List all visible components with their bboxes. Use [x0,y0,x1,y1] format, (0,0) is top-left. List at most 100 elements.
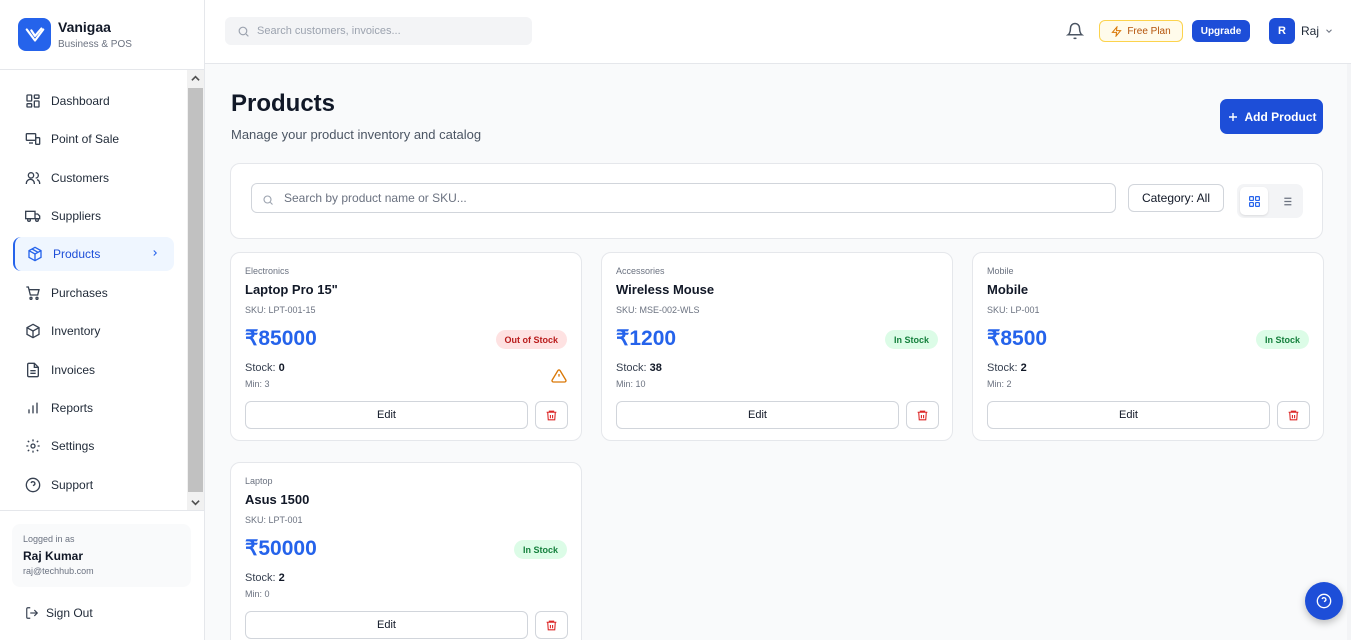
sidebar-item-purchases[interactable]: Purchases [13,276,174,310]
product-search-input[interactable] [284,191,1084,205]
sidebar-item-point-of-sale[interactable]: Point of Sale [13,122,174,156]
sidebar-item-label: Point of Sale [51,132,120,146]
product-price: ₹1200 [616,327,677,350]
list-view-icon[interactable] [1272,187,1300,215]
help-circle-icon [25,477,41,493]
sidebar-item-reports[interactable]: Reports [13,391,174,425]
sign-out-label: Sign Out [46,606,93,620]
product-card: Mobile Mobile SKU: LP-001 ₹8500 In Stock… [972,252,1324,441]
logged-in-user-card: Logged in as Raj Kumar raj@techhub.com [12,524,191,587]
sign-out-button[interactable]: Sign Out [25,606,93,620]
sidebar-item-dashboard[interactable]: Dashboard [13,84,174,118]
trash-icon [545,409,558,422]
stock-label: Stock: [987,362,1021,374]
delete-button[interactable] [906,401,939,429]
sidebar-item-invoices[interactable]: Invoices [13,353,174,387]
search-icon [237,25,250,38]
user-full-name: Raj Kumar [23,549,84,563]
lightning-icon [1111,25,1123,37]
avatar[interactable]: R [1269,18,1295,44]
sidebar-item-label: Inventory [51,324,101,338]
trash-icon [1287,409,1300,422]
sidebar-item-products[interactable]: Products [13,237,174,271]
sidebar-item-label: Support [51,478,94,492]
logout-icon [25,606,39,620]
edit-button[interactable]: Edit [245,401,528,429]
product-price: ₹8500 [987,327,1048,350]
sidebar-item-settings[interactable]: Settings [13,429,174,463]
sidebar-item-label: Suppliers [51,209,102,223]
free-plan-badge[interactable]: Free Plan [1099,20,1183,42]
delete-button[interactable] [1277,401,1310,429]
brand-subtitle: Business & POS [58,38,132,50]
edit-button[interactable]: Edit [987,401,1270,429]
cart-icon [25,285,41,301]
sidebar-item-support[interactable]: Support [13,468,174,502]
edit-button[interactable]: Edit [616,401,899,429]
min-stock: Min: 0 [245,589,270,599]
users-icon [25,170,41,186]
product-price: ₹85000 [245,327,317,350]
delete-button[interactable] [535,611,568,639]
product-category: Accessories [616,266,665,276]
logged-in-label: Logged in as [23,534,75,544]
product-sku: SKU: MSE-002-WLS [616,305,700,315]
grid-view-icon[interactable] [1240,187,1268,215]
product-name: Laptop Pro 15" [245,282,338,297]
search-icon [262,194,274,206]
product-sku: SKU: LP-001 [987,305,1040,315]
add-product-button[interactable]: Add Product [1220,99,1323,134]
global-search-input[interactable] [257,25,517,37]
sidebar-scrollbar[interactable] [187,70,204,511]
filter-card: Category: All [230,163,1323,239]
category-filter-select[interactable]: Category: All [1128,184,1224,212]
product-price: ₹50000 [245,537,317,560]
product-sku: SKU: LPT-001 [245,515,303,525]
product-category: Laptop [245,476,273,486]
scroll-up-arrow-icon[interactable] [187,70,204,87]
chevron-down-icon[interactable] [1324,26,1334,36]
stock-status-badge: In Stock [513,540,567,559]
page-subtitle: Manage your product inventory and catalo… [231,127,482,142]
sidebar-item-suppliers[interactable]: Suppliers [13,199,174,233]
product-card: Laptop Asus 1500 SKU: LPT-001 ₹50000 In … [230,462,582,640]
truck-icon [25,208,41,224]
product-category: Electronics [245,266,290,276]
stock-count: Stock: 2 [987,362,1027,374]
sidebar-item-customers[interactable]: Customers [13,161,174,195]
sidebar-item-inventory[interactable]: Inventory [13,314,174,348]
user-email: raj@techhub.com [23,566,94,576]
stock-value: 0 [278,362,285,374]
product-search[interactable] [251,183,1116,213]
stock-value: 2 [1020,362,1027,374]
bar-chart-icon [25,400,41,416]
user-menu-name[interactable]: Raj [1301,24,1319,38]
scroll-down-arrow-icon[interactable] [187,494,204,511]
scroll-thumb[interactable] [188,88,203,492]
product-card: Accessories Wireless Mouse SKU: MSE-002-… [601,252,953,441]
add-product-label: Add Product [1244,109,1317,124]
top-header: Free Plan Upgrade R Raj [205,0,1351,64]
trash-icon [545,619,558,632]
chevron-right-icon [150,248,160,258]
help-fab-button[interactable] [1305,582,1343,620]
product-name: Asus 1500 [245,492,310,507]
upgrade-button[interactable]: Upgrade [1192,20,1250,42]
stock-label: Stock: [245,572,279,584]
brand-logo-icon [18,18,51,51]
edit-button[interactable]: Edit [245,611,528,639]
min-stock: Min: 10 [616,379,646,389]
delete-button[interactable] [535,401,568,429]
sidebar-item-label: Invoices [51,363,96,377]
help-circle-icon [1316,593,1332,609]
gear-icon [25,438,41,454]
dashboard-icon [25,93,41,109]
brand[interactable]: Vanigaa Business & POS [0,0,204,70]
global-search[interactable] [225,17,532,45]
product-name: Wireless Mouse [616,282,715,297]
product-category: Mobile [987,266,1014,276]
notification-bell-icon[interactable] [1066,22,1084,40]
stock-count: Stock: 38 [616,362,662,374]
main-scrollbar[interactable] [1347,64,1351,640]
view-toggle [1237,184,1303,218]
